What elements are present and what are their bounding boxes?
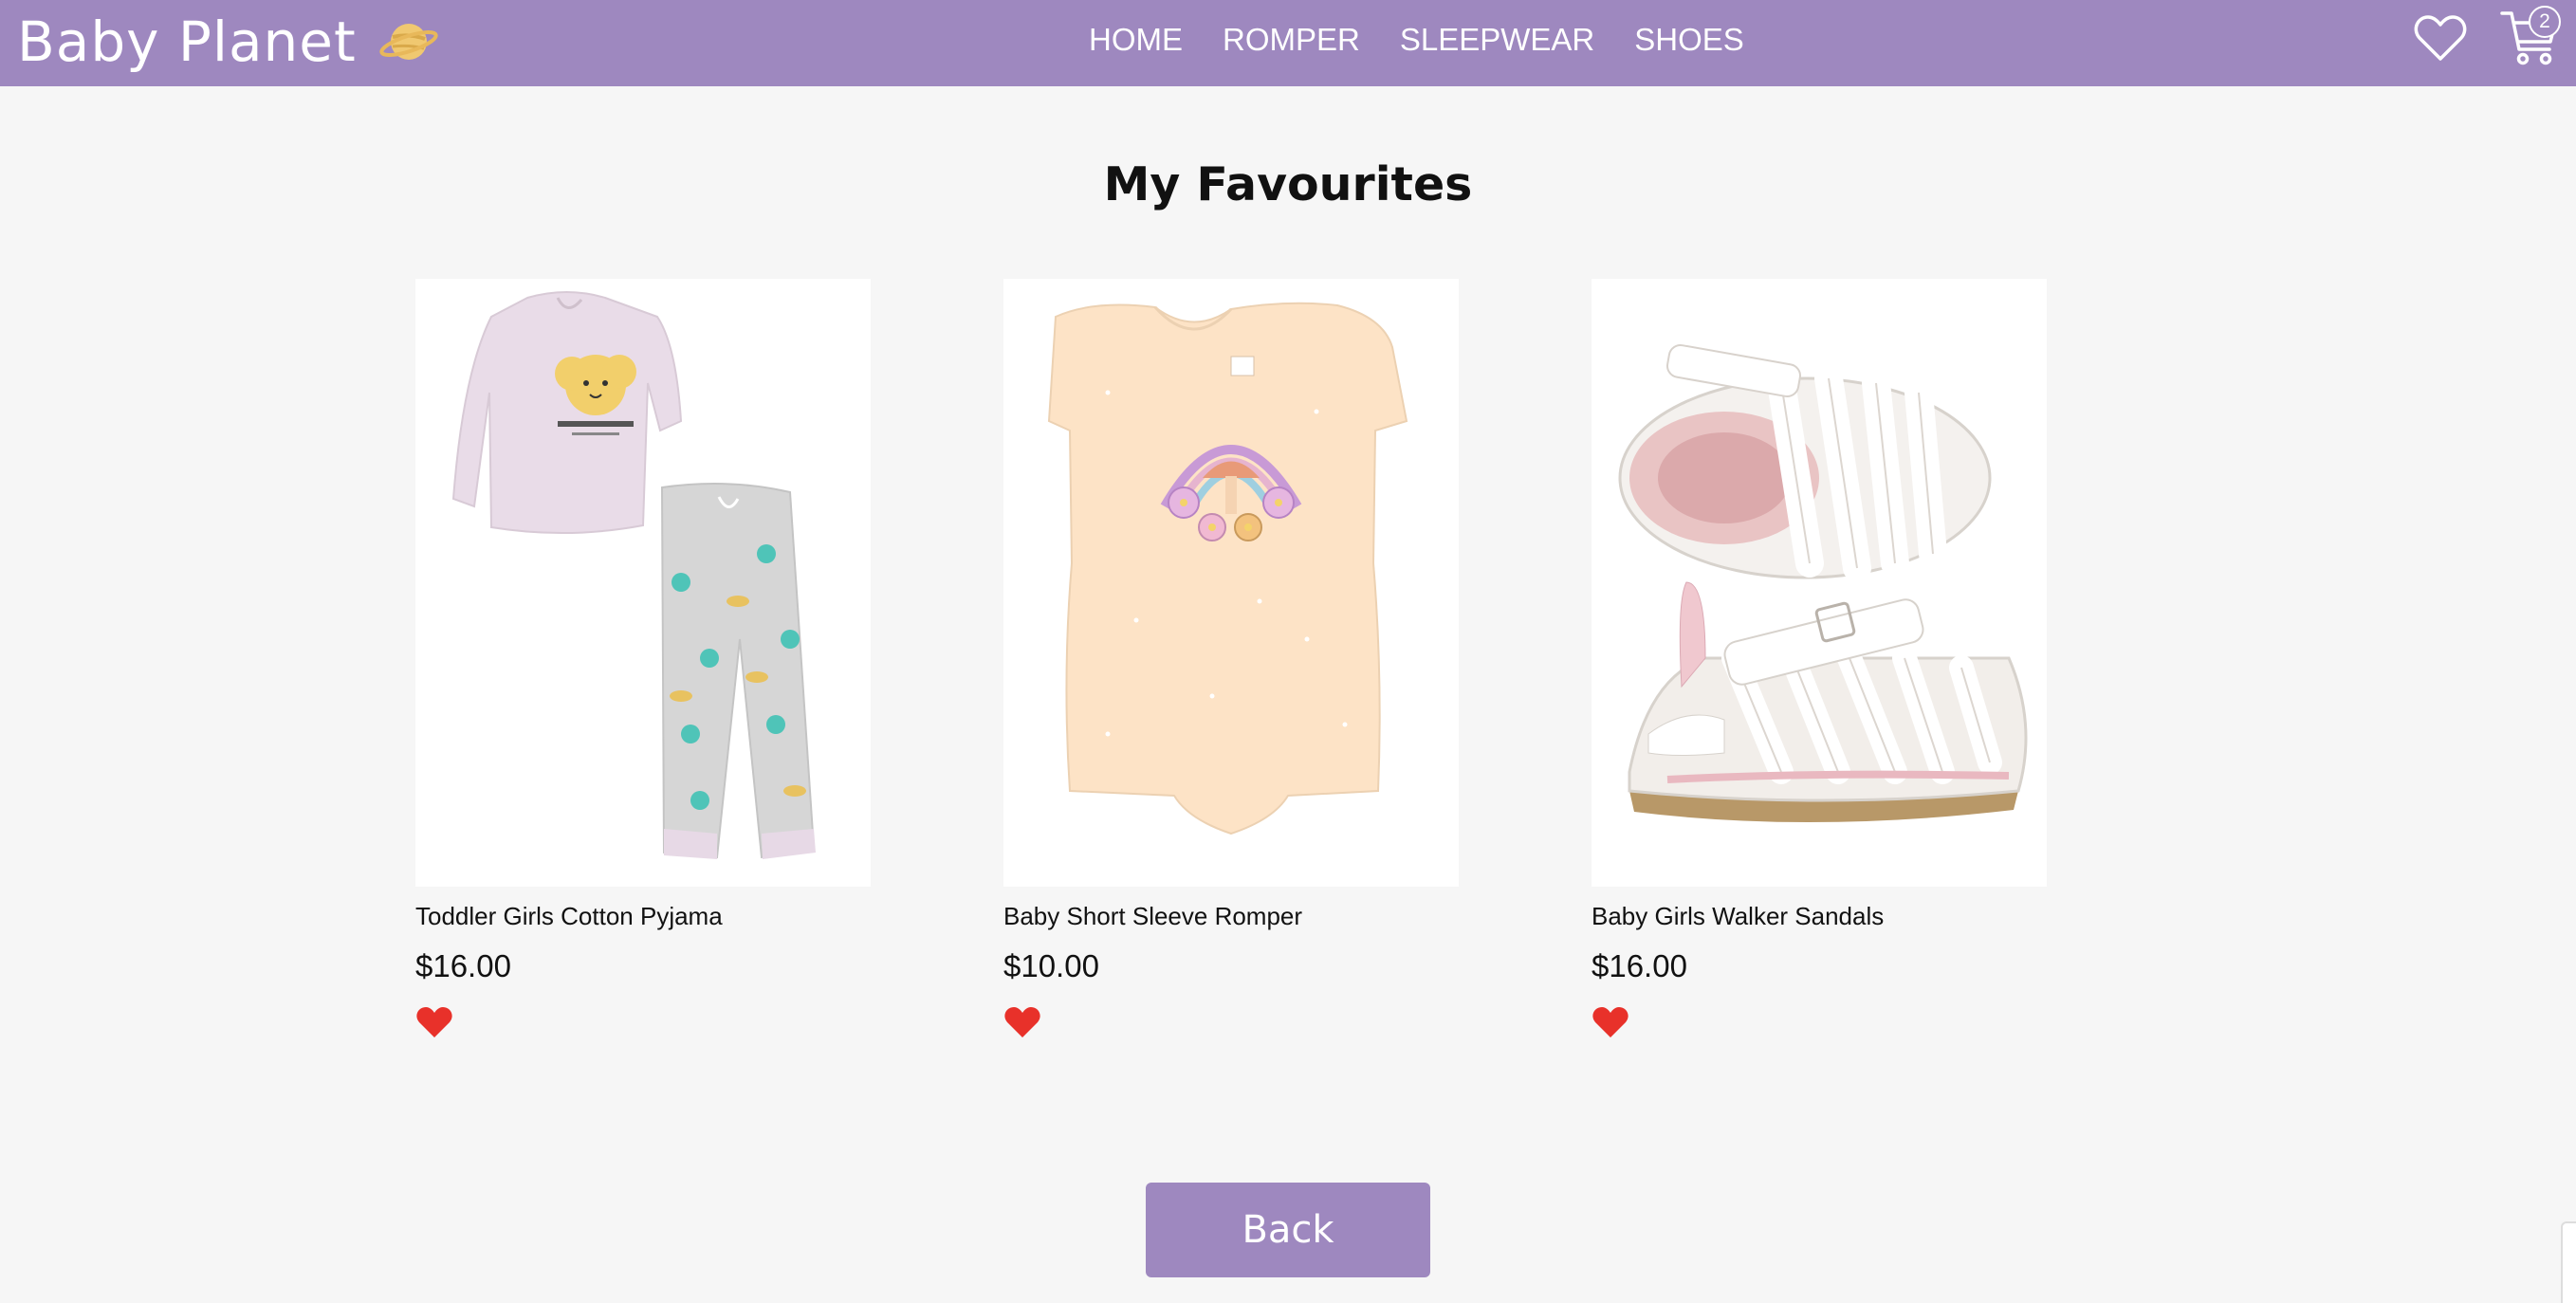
main-nav: HOME ROMPER SLEEPWEAR SHOES: [1089, 0, 1784, 80]
pyjama-image[interactable]: [415, 279, 871, 887]
product-price: $16.00: [415, 948, 511, 983]
favourite-card: Toddler Girls Cotton Pyjama $16.00: [415, 279, 871, 1039]
romper-image[interactable]: [1003, 279, 1459, 887]
product-name[interactable]: Toddler Girls Cotton Pyjama: [415, 902, 871, 931]
nav-romper[interactable]: ROMPER: [1223, 22, 1360, 58]
top-navbar: Baby Planet HOME ROMPER SLEEPWEAR SHOES …: [0, 0, 2576, 86]
cart-count-badge: 2: [2529, 6, 2561, 38]
heart-filled-icon[interactable]: [1003, 1005, 1041, 1039]
back-button[interactable]: Back: [1146, 1183, 1430, 1277]
product-name[interactable]: Baby Short Sleeve Romper: [1003, 902, 1459, 931]
favourite-card: Baby Short Sleeve Romper $10.00: [1003, 279, 1459, 1039]
brand-name: Baby Planet: [17, 9, 357, 74]
favourite-card: Baby Girls Walker Sandals $16.00: [1592, 279, 2047, 1039]
heart-outline-icon[interactable]: [2414, 13, 2467, 63]
nav-home[interactable]: HOME: [1089, 22, 1183, 58]
heart-filled-icon[interactable]: [415, 1005, 453, 1039]
nav-shoes[interactable]: SHOES: [1634, 22, 1744, 58]
sandals-image[interactable]: [1592, 279, 2047, 887]
planet-icon: [379, 24, 438, 60]
page-title: My Favourites: [1103, 157, 1473, 211]
edge-panel: [2561, 1221, 2576, 1303]
product-name[interactable]: Baby Girls Walker Sandals: [1592, 902, 2047, 931]
product-price: $16.00: [1592, 948, 1687, 983]
nav-sleepwear[interactable]: SLEEPWEAR: [1400, 22, 1594, 58]
heart-filled-icon[interactable]: [1592, 1005, 1629, 1039]
brand-logo[interactable]: Baby Planet: [17, 4, 438, 80]
product-price: $10.00: [1003, 948, 1099, 983]
